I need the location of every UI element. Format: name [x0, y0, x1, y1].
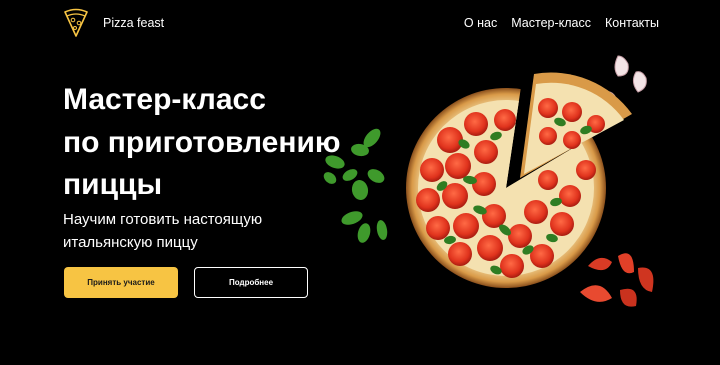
join-button[interactable]: Принять участие	[64, 267, 178, 298]
hero-subtitle-line: Научим готовить настоящую	[63, 211, 263, 228]
hero-title-line: Мастер-класс	[63, 83, 266, 116]
brand-name: Pizza feast	[103, 16, 165, 30]
nav-item-about[interactable]: О нас	[464, 16, 497, 30]
pizza-illustration	[323, 55, 654, 307]
pizza-slice-icon	[64, 8, 88, 37]
brand-logo[interactable]: Pizza feast	[63, 8, 164, 38]
hero-title-line: по приготовлению	[63, 125, 341, 159]
tomato-slices	[580, 253, 654, 307]
main-nav: О нас Мастер-класс Контакты	[464, 16, 659, 30]
nav-item-masterclass[interactable]: Мастер-класс	[511, 16, 591, 30]
more-details-button[interactable]: Подробнее	[194, 267, 308, 298]
hero-title-line: пиццы	[63, 168, 163, 201]
hero-title: Мастер-класс по приготовлению пиццы	[63, 79, 341, 207]
hero-subtitle: Научим готовить настоящую итальянскую пи…	[63, 208, 262, 254]
hero-subtitle-line: итальянскую пиццу	[63, 234, 198, 251]
nav-item-contacts[interactable]: Контакты	[605, 16, 659, 30]
basil-leaves	[323, 128, 388, 243]
